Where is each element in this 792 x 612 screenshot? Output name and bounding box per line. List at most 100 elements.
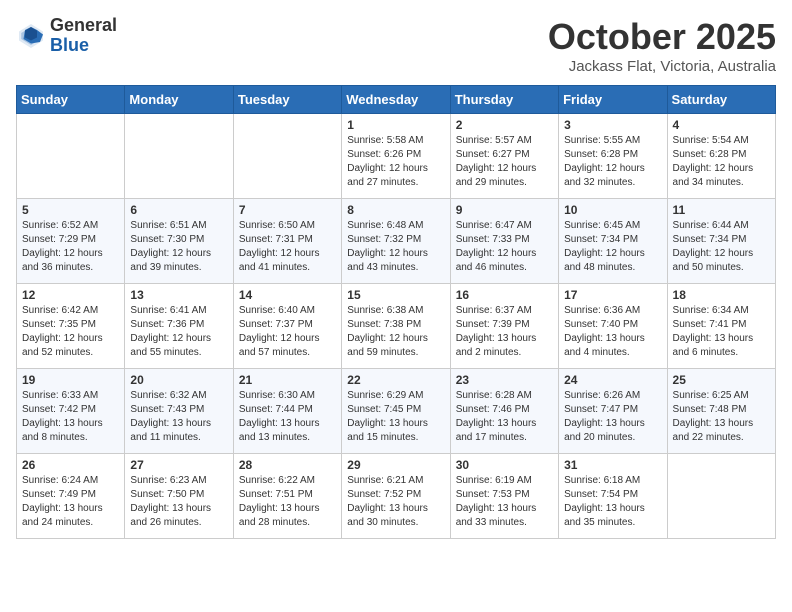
day-number: 26	[22, 458, 119, 472]
day-number: 16	[456, 288, 553, 302]
calendar-cell: 1 Sunrise: 5:58 AMSunset: 6:26 PMDaylight…	[342, 114, 450, 199]
calendar-cell: 5 Sunrise: 6:52 AMSunset: 7:29 PMDaylight…	[17, 199, 125, 284]
day-number: 17	[564, 288, 661, 302]
calendar-cell: 13Sunrise: 6:41 AMSunset: 7:36 PMDayligh…	[125, 284, 233, 369]
calendar-cell: 30Sunrise: 6:19 AMSunset: 7:53 PMDayligh…	[450, 454, 558, 539]
day-info: Sunrise: 6:21 AMSunset: 7:52 PMDaylight:…	[347, 475, 428, 528]
day-info: Sunrise: 6:19 AMSunset: 7:53 PMDaylight:…	[456, 475, 537, 528]
calendar-day-header: Wednesday	[342, 86, 450, 114]
title-block: October 2025 Jackass Flat, Victoria, Aus…	[548, 16, 776, 75]
day-info: Sunrise: 5:57 AMSunset: 6:27 PMDaylight:…	[456, 135, 537, 188]
month-title: October 2025	[548, 16, 776, 58]
day-number: 31	[564, 458, 661, 472]
logo-text: General Blue	[50, 16, 117, 56]
day-number: 1	[347, 118, 444, 132]
day-number: 21	[239, 373, 336, 387]
day-number: 10	[564, 203, 661, 217]
day-info: Sunrise: 6:34 AMSunset: 7:41 PMDaylight:…	[673, 305, 754, 358]
calendar-cell	[233, 114, 341, 199]
calendar-cell	[125, 114, 233, 199]
calendar-cell: 25 Sunrise: 6:25 AMSunset: 7:48 PMDayligh…	[667, 369, 775, 454]
calendar-cell: 16 Sunrise: 6:37 AMSunset: 7:39 PMDayligh…	[450, 284, 558, 369]
day-number: 6	[130, 203, 227, 217]
calendar-cell: 18 Sunrise: 6:34 AMSunset: 7:41 PMDayligh…	[667, 284, 775, 369]
day-info: Sunrise: 6:28 AMSunset: 7:46 PMDaylight:…	[456, 390, 537, 443]
day-number: 13	[130, 288, 227, 302]
calendar-cell: 24 Sunrise: 6:26 AMSunset: 7:47 PMDayligh…	[559, 369, 667, 454]
day-number: 3	[564, 118, 661, 132]
day-number: 28	[239, 458, 336, 472]
calendar-cell: 19Sunrise: 6:33 AMSunset: 7:42 PMDayligh…	[17, 369, 125, 454]
calendar-cell: 9Sunrise: 6:47 AMSunset: 7:33 PMDaylight…	[450, 199, 558, 284]
day-info: Sunrise: 6:52 AMSunset: 7:29 PMDaylight:…	[22, 220, 103, 273]
day-info: Sunrise: 6:44 AMSunset: 7:34 PMDaylight:…	[673, 220, 754, 273]
day-info: Sunrise: 6:24 AMSunset: 7:49 PMDaylight:…	[22, 475, 103, 528]
day-info: Sunrise: 6:45 AMSunset: 7:34 PMDaylight:…	[564, 220, 645, 273]
day-number: 4	[673, 118, 770, 132]
day-number: 12	[22, 288, 119, 302]
calendar-week-row: 19Sunrise: 6:33 AMSunset: 7:42 PMDayligh…	[17, 369, 776, 454]
day-info: Sunrise: 6:37 AMSunset: 7:39 PMDaylight:…	[456, 305, 537, 358]
day-number: 18	[673, 288, 770, 302]
calendar-day-header: Friday	[559, 86, 667, 114]
day-number: 23	[456, 373, 553, 387]
calendar-cell: 26 Sunrise: 6:24 AMSunset: 7:49 PMDayligh…	[17, 454, 125, 539]
day-info: Sunrise: 6:36 AMSunset: 7:40 PMDaylight:…	[564, 305, 645, 358]
day-info: Sunrise: 5:54 AMSunset: 6:28 PMDaylight:…	[673, 135, 754, 188]
day-number: 25	[673, 373, 770, 387]
calendar-cell: 12 Sunrise: 6:42 AMSunset: 7:35 PMDayligh…	[17, 284, 125, 369]
calendar-cell: 11 Sunrise: 6:44 AMSunset: 7:34 PMDayligh…	[667, 199, 775, 284]
calendar-cell: 8 Sunrise: 6:48 AMSunset: 7:32 PMDaylight…	[342, 199, 450, 284]
day-info: Sunrise: 6:23 AMSunset: 7:50 PMDaylight:…	[130, 475, 211, 528]
calendar-cell: 20 Sunrise: 6:32 AMSunset: 7:43 PMDayligh…	[125, 369, 233, 454]
calendar-cell: 7 Sunrise: 6:50 AMSunset: 7:31 PMDaylight…	[233, 199, 341, 284]
location: Jackass Flat, Victoria, Australia	[548, 58, 776, 75]
day-info: Sunrise: 6:26 AMSunset: 7:47 PMDaylight:…	[564, 390, 645, 443]
day-number: 5	[22, 203, 119, 217]
logo-blue: Blue	[50, 36, 117, 56]
day-info: Sunrise: 6:50 AMSunset: 7:31 PMDaylight:…	[239, 220, 320, 273]
calendar-cell: 15Sunrise: 6:38 AMSunset: 7:38 PMDayligh…	[342, 284, 450, 369]
page-header: General Blue October 2025 Jackass Flat, …	[16, 16, 776, 75]
day-info: Sunrise: 6:25 AMSunset: 7:48 PMDaylight:…	[673, 390, 754, 443]
day-number: 19	[22, 373, 119, 387]
calendar-day-header: Tuesday	[233, 86, 341, 114]
calendar-week-row: 26 Sunrise: 6:24 AMSunset: 7:49 PMDayligh…	[17, 454, 776, 539]
logo-icon	[16, 21, 46, 51]
calendar-cell: 2 Sunrise: 5:57 AMSunset: 6:27 PMDaylight…	[450, 114, 558, 199]
calendar-cell: 28 Sunrise: 6:22 AMSunset: 7:51 PMDayligh…	[233, 454, 341, 539]
day-number: 15	[347, 288, 444, 302]
day-number: 8	[347, 203, 444, 217]
calendar-cell: 6 Sunrise: 6:51 AMSunset: 7:30 PMDaylight…	[125, 199, 233, 284]
day-info: Sunrise: 6:48 AMSunset: 7:32 PMDaylight:…	[347, 220, 428, 273]
day-number: 7	[239, 203, 336, 217]
day-number: 11	[673, 203, 770, 217]
calendar-day-header: Monday	[125, 86, 233, 114]
day-info: Sunrise: 6:42 AMSunset: 7:35 PMDaylight:…	[22, 305, 103, 358]
calendar-cell: 10 Sunrise: 6:45 AMSunset: 7:34 PMDayligh…	[559, 199, 667, 284]
calendar-cell: 23 Sunrise: 6:28 AMSunset: 7:46 PMDayligh…	[450, 369, 558, 454]
day-info: Sunrise: 5:55 AMSunset: 6:28 PMDaylight:…	[564, 135, 645, 188]
day-info: Sunrise: 6:51 AMSunset: 7:30 PMDaylight:…	[130, 220, 211, 273]
logo: General Blue	[16, 16, 117, 56]
day-info: Sunrise: 6:29 AMSunset: 7:45 PMDaylight:…	[347, 390, 428, 443]
logo-general: General	[50, 16, 117, 36]
calendar-day-header: Saturday	[667, 86, 775, 114]
calendar-day-header: Thursday	[450, 86, 558, 114]
calendar-cell: 21Sunrise: 6:30 AMSunset: 7:44 PMDayligh…	[233, 369, 341, 454]
day-info: Sunrise: 6:32 AMSunset: 7:43 PMDaylight:…	[130, 390, 211, 443]
day-number: 2	[456, 118, 553, 132]
day-number: 9	[456, 203, 553, 217]
calendar-table: SundayMondayTuesdayWednesdayThursdayFrid…	[16, 85, 776, 539]
calendar-cell: 17 Sunrise: 6:36 AMSunset: 7:40 PMDayligh…	[559, 284, 667, 369]
day-number: 20	[130, 373, 227, 387]
calendar-cell: 27Sunrise: 6:23 AMSunset: 7:50 PMDayligh…	[125, 454, 233, 539]
calendar-week-row: 12 Sunrise: 6:42 AMSunset: 7:35 PMDayligh…	[17, 284, 776, 369]
calendar-cell	[17, 114, 125, 199]
calendar-week-row: 5 Sunrise: 6:52 AMSunset: 7:29 PMDaylight…	[17, 199, 776, 284]
calendar-cell: 29Sunrise: 6:21 AMSunset: 7:52 PMDayligh…	[342, 454, 450, 539]
day-number: 24	[564, 373, 661, 387]
day-info: Sunrise: 6:22 AMSunset: 7:51 PMDaylight:…	[239, 475, 320, 528]
day-info: Sunrise: 5:58 AMSunset: 6:26 PMDaylight:…	[347, 135, 428, 188]
day-info: Sunrise: 6:40 AMSunset: 7:37 PMDaylight:…	[239, 305, 320, 358]
